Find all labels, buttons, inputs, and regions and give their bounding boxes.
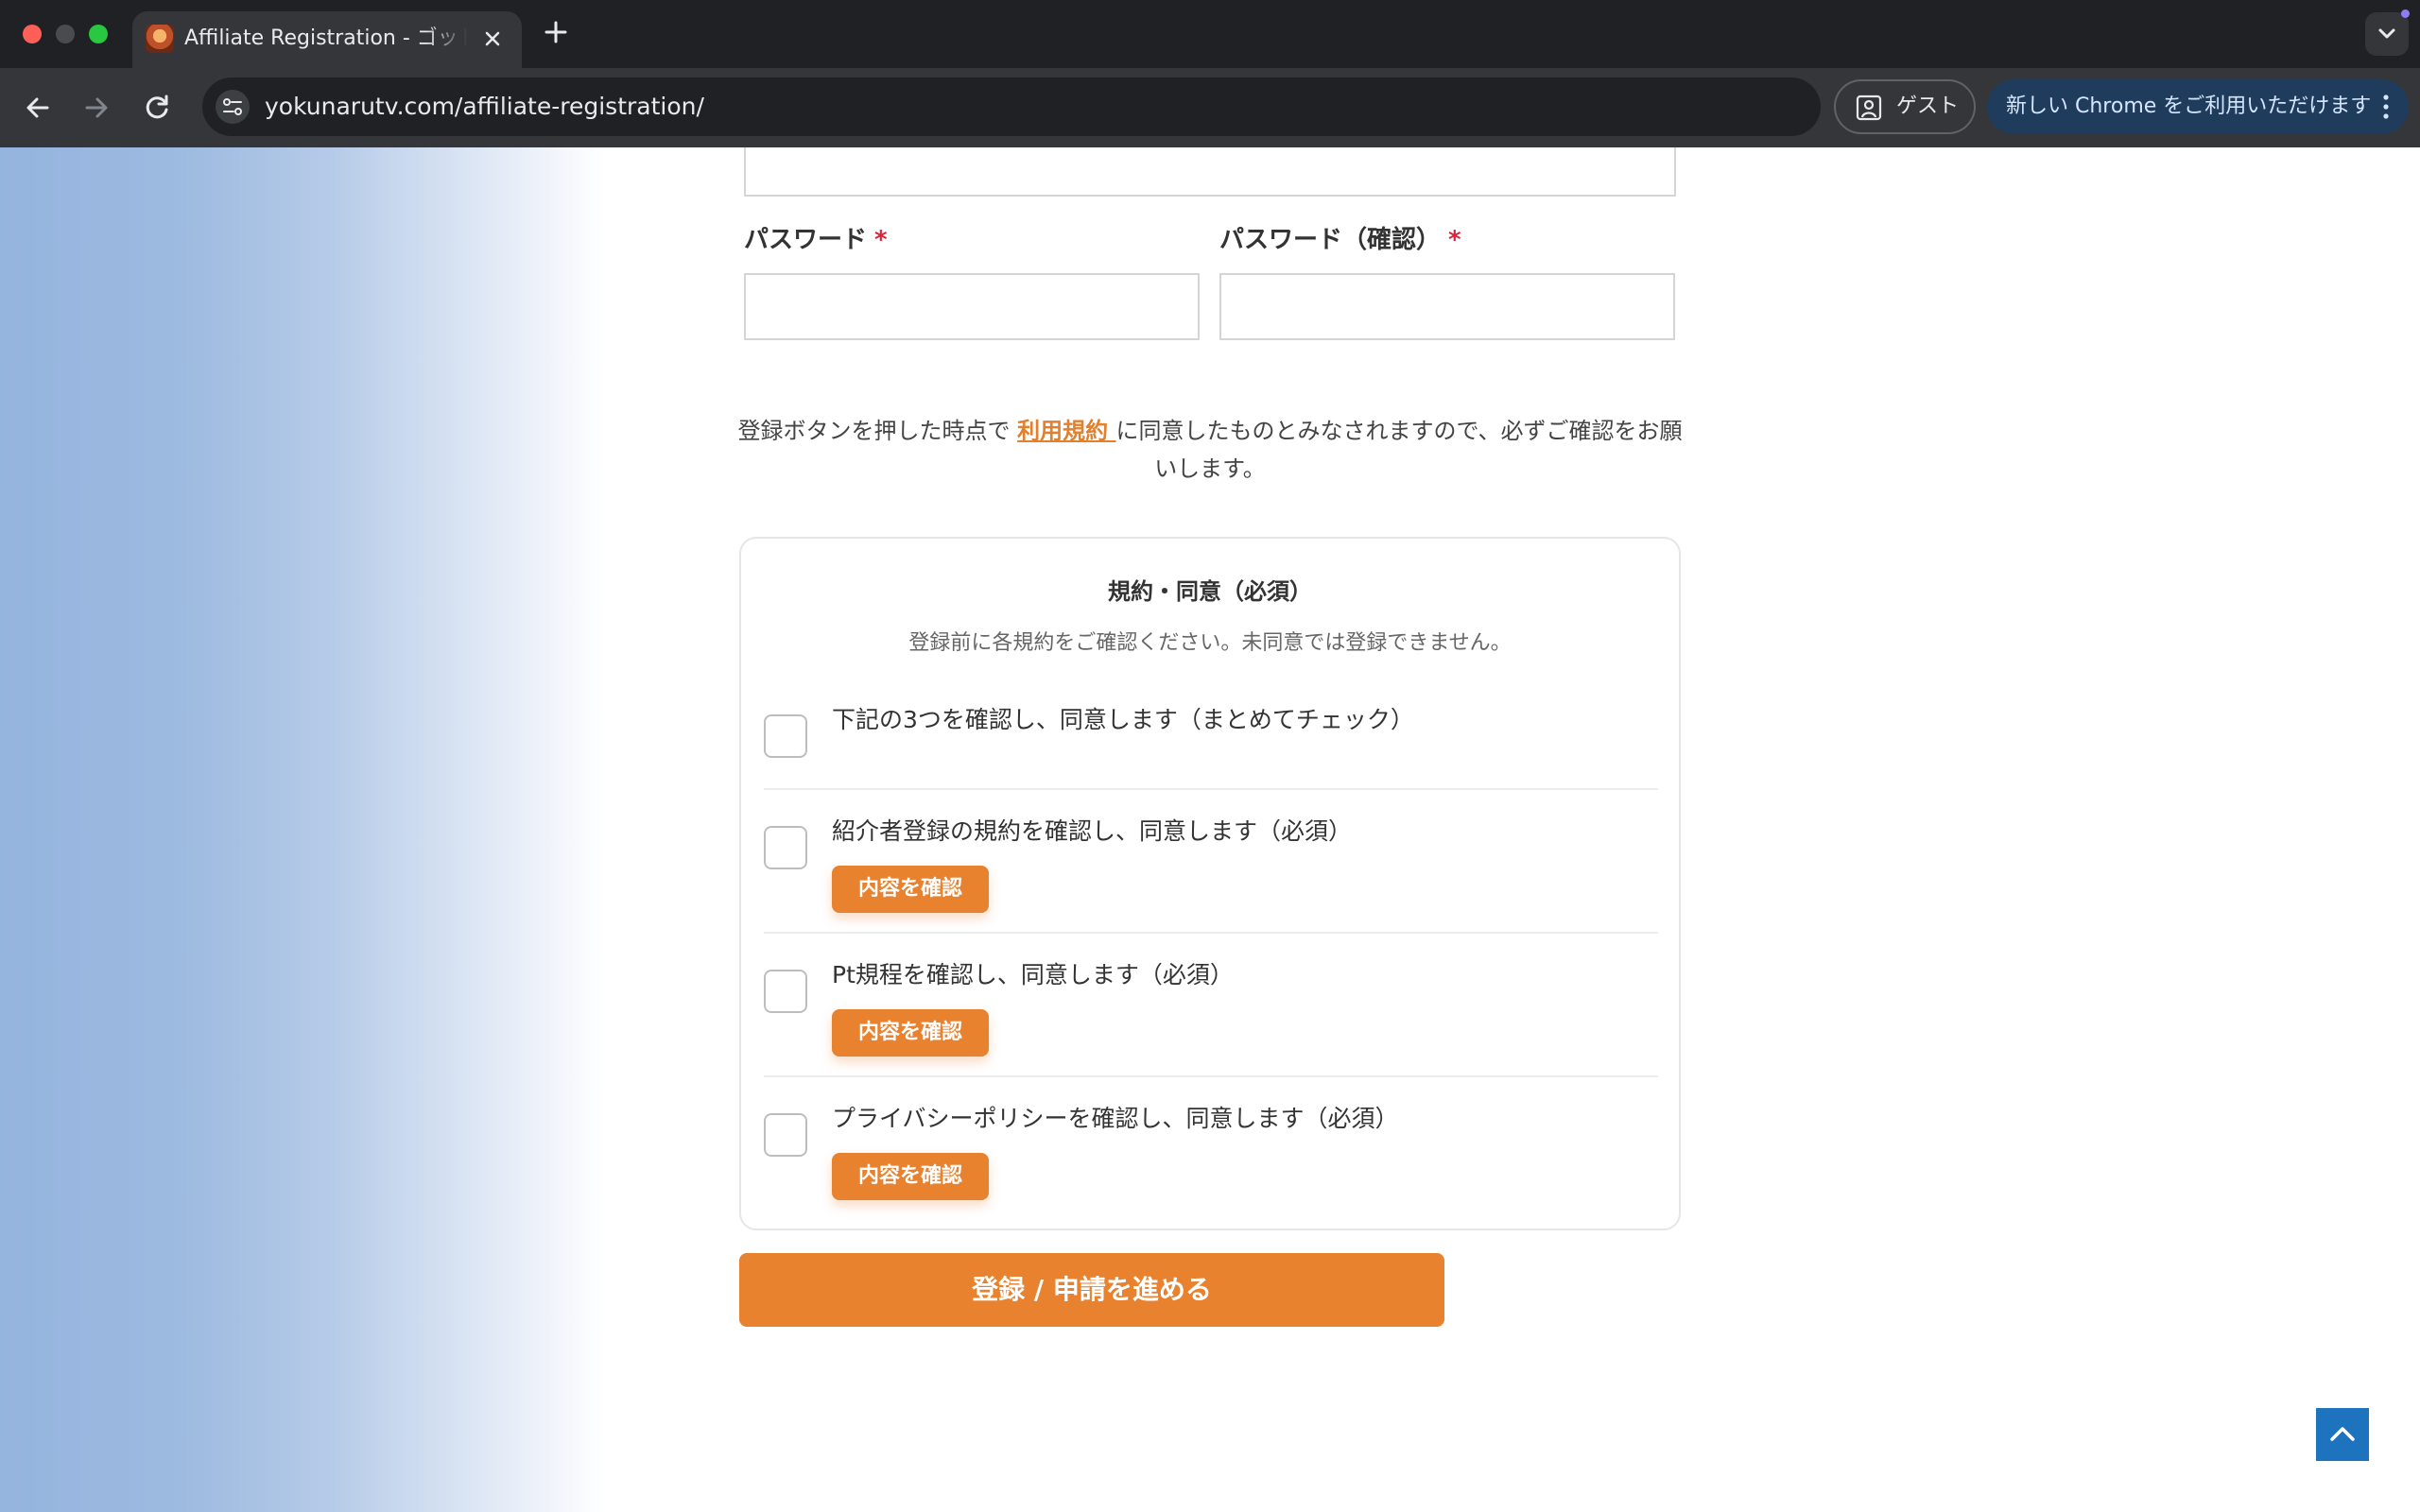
more-menu-icon[interactable] [2375,93,2397,121]
agree-privacy-checkbox[interactable] [764,1113,807,1157]
password-confirm-input[interactable] [1219,273,1675,340]
previous-field-input[interactable] [744,147,1676,197]
required-mark: * [874,226,888,254]
forward-arrow-icon[interactable] [76,87,117,129]
password-confirm-label: パスワード（確認） * [1219,223,1461,257]
browser-tab-bar: Affiliate Registration - ゴッドハンドTV [0,0,2420,68]
agree-privacy-label: プライバシーポリシーを確認し、同意します（必須） [832,1105,1399,1132]
close-icon[interactable] [478,25,507,53]
site-favicon-icon [146,25,174,53]
required-mark: * [1448,226,1461,254]
agree-affiliate-terms-row: 紹介者登録の規約を確認し、同意します（必須） 内容を確認 [764,813,1658,926]
agreement-box: 規約・同意（必須） 登録前に各規約をご確認ください。未同意では登録できません。 … [739,537,1681,1230]
guest-label: ゲスト [1896,94,1960,118]
view-pt-rules-button[interactable]: 内容を確認 [832,1009,989,1057]
terms-of-use-link[interactable]: 利用規約 [1017,418,1115,444]
view-privacy-policy-button[interactable]: 内容を確認 [832,1153,989,1200]
agree-affiliate-terms-checkbox[interactable] [764,826,807,869]
update-label: 新しい Chrome をご利用いただけます [2006,94,2372,118]
url-text: yokunarutv.com/affiliate-registration/ [265,93,704,120]
minimize-window-button[interactable] [56,25,75,43]
active-tab[interactable]: Affiliate Registration - ゴッドハンドTV [132,11,522,68]
background-gradient [0,147,605,1512]
new-tab-plus-icon[interactable] [539,15,573,49]
back-arrow-icon[interactable] [17,87,59,129]
notice-text-after: に同意したものとみなされますので、必ずご確認をお願いします。 [1115,418,1683,482]
agree-affiliate-terms-label: 紹介者登録の規約を確認し、同意します（必須） [832,817,1353,845]
agree-all-label: 下記の3つを確認し、同意します（まとめてチェック） [832,706,1414,733]
agree-all-checkbox[interactable] [764,714,807,758]
chevron-up-icon [2330,1427,2355,1441]
agreement-subtitle: 登録前に各規約をご確認ください。未同意では登録できません。 [908,631,1512,655]
close-window-button[interactable] [23,25,42,43]
row-divider [764,1075,1658,1077]
notification-dot [2401,9,2410,18]
chrome-update-button[interactable]: 新しい Chrome をご利用いただけます [1987,79,2409,134]
agree-pt-rules-row: Pt規程を確認し、同意します（必須） 内容を確認 [764,956,1658,1070]
site-info-icon[interactable] [216,90,250,124]
agree-all-row: 下記の3つを確認し、同意します（まとめてチェック） [764,701,1658,777]
chevron-down-icon [2378,28,2395,39]
person-icon [1856,94,1882,121]
guest-profile-button[interactable]: ゲスト [1834,79,1976,134]
row-divider [764,788,1658,790]
browser-toolbar: yokunarutv.com/affiliate-registration/ ゲ… [0,68,2420,147]
agree-pt-rules-label: Pt規程を確認し、同意します（必須） [832,961,1234,988]
maximize-window-button[interactable] [89,25,108,43]
reload-icon[interactable] [136,87,178,129]
row-divider [764,932,1658,934]
notice-text-before: 登録ボタンを押した時点で [737,418,1018,444]
view-affiliate-terms-button[interactable]: 内容を確認 [832,866,989,913]
tab-search-button[interactable] [2365,12,2409,56]
agreement-title: 規約・同意（必須） [1108,578,1312,605]
back-to-top-button[interactable] [2316,1408,2369,1461]
agree-pt-rules-checkbox[interactable] [764,970,807,1013]
agree-privacy-row: プライバシーポリシーを確認し、同意します（必須） 内容を確認 [764,1100,1658,1213]
password-input[interactable] [744,273,1200,340]
tab-title: Affiliate Registration - ゴッドハンドTV [184,26,468,50]
password-label: パスワード * [744,223,888,257]
terms-notice: 登録ボタンを押した時点で 利用規約 に同意したものとみなされますので、必ずご確認… [728,412,1692,488]
page-viewport: パスワード * パスワード（確認） * 登録ボタンを押した時点で 利用規約 に同意し… [0,147,2420,1512]
password-confirm-label-text: パスワード（確認） [1219,226,1442,254]
password-label-text: パスワード [744,226,868,254]
address-bar[interactable]: yokunarutv.com/affiliate-registration/ [202,77,1821,136]
submit-registration-button[interactable]: 登録 / 申請を進める [739,1253,1444,1327]
